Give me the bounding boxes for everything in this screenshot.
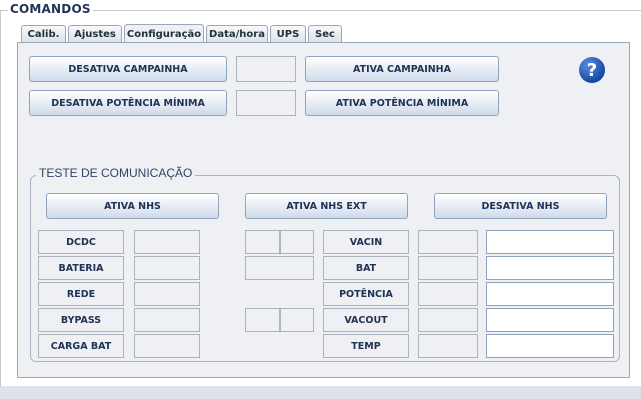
frame-left-border — [0, 10, 1, 399]
label-bat: BAT — [323, 256, 409, 280]
field-bypass — [134, 308, 200, 332]
ativa-potencia-minima-button[interactable]: ATIVA POTÊNCIA MÍNIMA — [305, 90, 499, 116]
desativa-nhs-button[interactable]: DESATIVA NHS — [434, 193, 607, 219]
potencia-minima-status-field — [236, 90, 296, 116]
tab-sec[interactable]: Sec — [308, 25, 342, 42]
label-vacin: VACIN — [323, 230, 409, 254]
tab-calib[interactable]: Calib. — [21, 25, 66, 42]
label-temp: TEMP — [323, 334, 409, 358]
ativa-nhs-ext-button[interactable]: ATIVA NHS EXT — [245, 193, 408, 219]
question-mark-icon[interactable]: ? — [579, 57, 605, 83]
mid-field-4b — [280, 308, 314, 332]
label-potencia: POTÊNCIA — [323, 282, 409, 306]
potencia-value-input[interactable] — [486, 282, 614, 306]
vacout-value-input[interactable] — [486, 308, 614, 332]
campainha-status-field — [236, 56, 296, 82]
label-rede: REDE — [38, 282, 124, 306]
tab-configuracao[interactable]: Configuração — [124, 24, 204, 43]
window-title: COMANDOS — [8, 2, 93, 16]
desativa-potencia-minima-button[interactable]: DESATIVA POTÊNCIA MÍNIMA — [29, 90, 227, 116]
bottom-bar — [0, 386, 641, 399]
field-bateria — [134, 256, 200, 280]
field-rede — [134, 282, 200, 306]
mid-field-1b — [280, 230, 314, 254]
field-vacin-status — [418, 230, 478, 254]
field-bat-status — [418, 256, 478, 280]
ativa-nhs-button[interactable]: ATIVA NHS — [46, 193, 219, 219]
field-temp-status — [418, 334, 478, 358]
vacin-value-input[interactable] — [486, 230, 614, 254]
field-carga-bat — [134, 334, 200, 358]
help-symbol: ? — [586, 59, 598, 81]
frame-top-border — [0, 10, 641, 11]
tab-data-hora[interactable]: Data/hora — [206, 25, 268, 42]
desativa-campainha-button[interactable]: DESATIVA CAMPAINHA — [29, 56, 227, 82]
label-dcdc: DCDC — [38, 230, 124, 254]
field-dcdc — [134, 230, 200, 254]
tab-ajustes[interactable]: Ajustes — [68, 25, 122, 42]
field-vacout-status — [418, 308, 478, 332]
label-vacout: VACOUT — [323, 308, 409, 332]
field-potencia-status — [418, 282, 478, 306]
tab-ups[interactable]: UPS — [270, 25, 306, 42]
ativa-campainha-button[interactable]: ATIVA CAMPAINHA — [305, 56, 499, 82]
mid-field-2 — [245, 256, 314, 280]
bat-value-input[interactable] — [486, 256, 614, 280]
mid-field-1a — [245, 230, 280, 254]
temp-value-input[interactable] — [486, 334, 614, 358]
label-bypass: BYPASS — [38, 308, 124, 332]
label-bateria: BATERIA — [38, 256, 124, 280]
mid-field-4a — [245, 308, 280, 332]
teste-comunicacao-title: TESTE DE COMUNICAÇÃO — [36, 166, 196, 180]
label-carga-bat: CARGA BAT — [38, 334, 124, 358]
